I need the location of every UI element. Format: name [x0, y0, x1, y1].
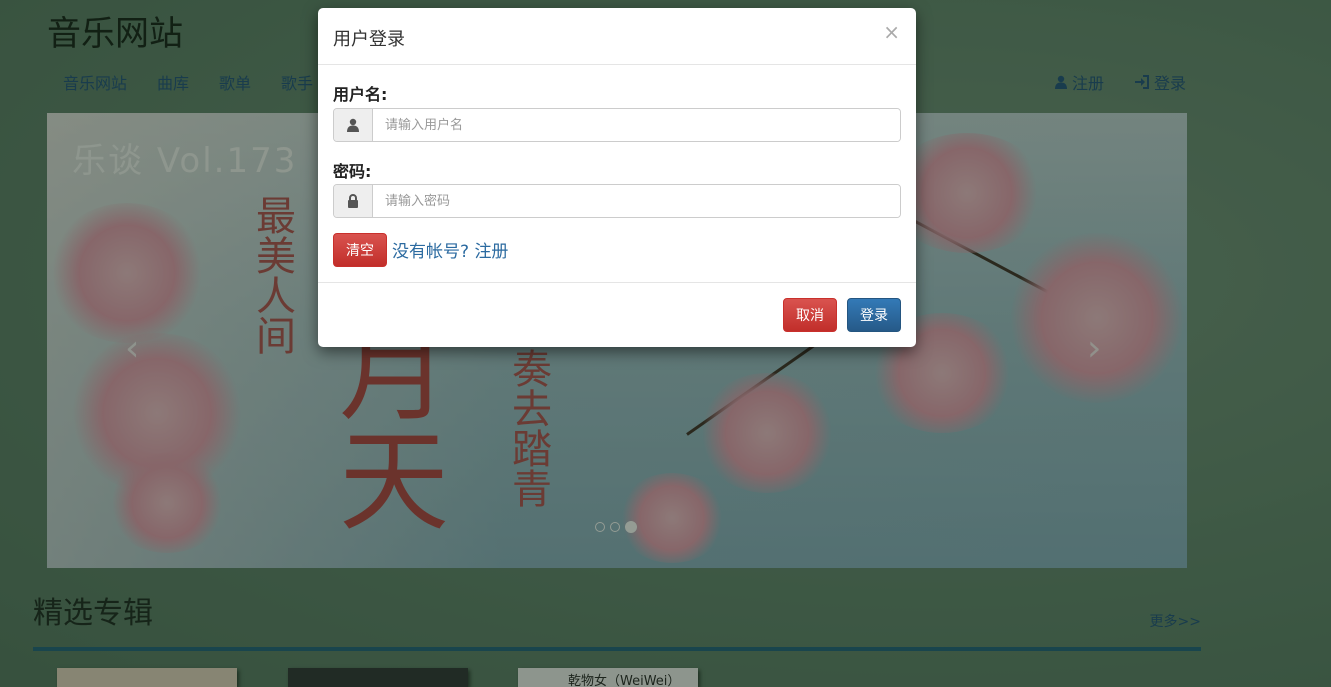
no-account-text: 没有帐号?: [392, 242, 470, 262]
lock-icon: [348, 194, 358, 208]
register-prompt: 没有帐号? 注册: [392, 237, 508, 262]
password-addon: [334, 185, 373, 217]
username-addon: [334, 109, 373, 141]
password-input[interactable]: [373, 185, 900, 217]
login-modal: 用户登录 × 用户名: 密码: 清空 没有帐号? 注册 取消 登录: [318, 8, 916, 347]
username-input-group: [333, 108, 901, 142]
login-button[interactable]: 登录: [847, 298, 901, 332]
modal-footer: 取消 登录: [318, 283, 916, 347]
username-label: 用户名:: [333, 85, 388, 104]
modal-body: 用户名: 密码: 清空 没有帐号? 注册: [318, 65, 916, 283]
clear-button[interactable]: 清空: [333, 233, 387, 267]
cancel-button[interactable]: 取消: [783, 298, 837, 332]
password-label: 密码:: [333, 162, 372, 181]
modal-header: 用户登录 ×: [318, 8, 916, 65]
register-link[interactable]: 注册: [474, 242, 508, 262]
user-icon: [347, 118, 359, 132]
username-input[interactable]: [373, 109, 900, 141]
close-icon[interactable]: ×: [883, 20, 900, 44]
password-input-group: [333, 184, 901, 218]
modal-title: 用户登录: [333, 29, 405, 50]
